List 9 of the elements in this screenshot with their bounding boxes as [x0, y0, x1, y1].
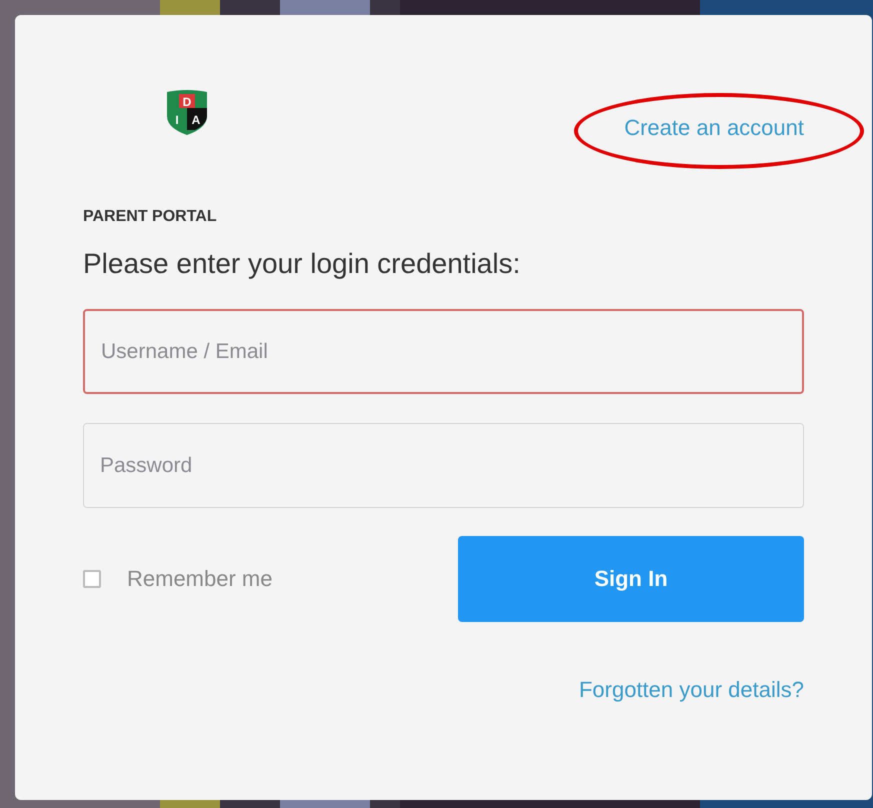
- create-account-link[interactable]: Create an account: [624, 115, 804, 140]
- login-prompt: Please enter your login credentials:: [83, 248, 522, 280]
- portal-label: PARENT PORTAL: [83, 208, 218, 226]
- sign-in-button[interactable]: Sign In: [458, 536, 804, 622]
- shield-logo: D I A: [165, 88, 209, 136]
- input-field[interactable]: Username / Email: [83, 309, 804, 394]
- remember-me-label: Remember me: [127, 566, 272, 592]
- forgot-details-link[interactable]: Forgotten your details?: [578, 677, 804, 703]
- checkbox[interactable]: [83, 570, 101, 588]
